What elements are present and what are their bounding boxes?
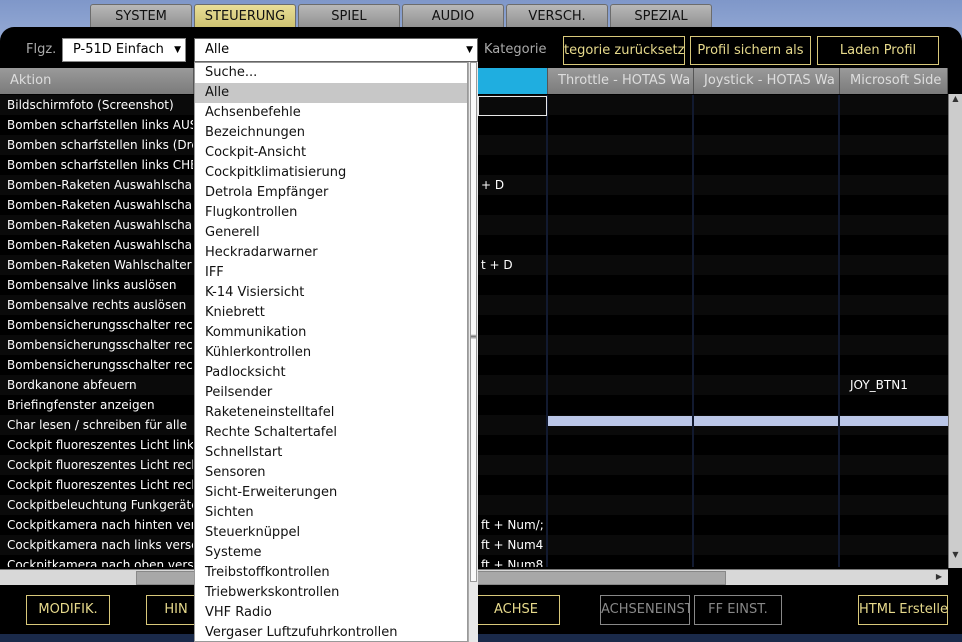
dropdown-option[interactable]: Cockpit-Ansicht	[195, 143, 467, 163]
dropdown-option[interactable]: IFF	[195, 263, 467, 283]
category-label: Kategorie	[484, 42, 547, 57]
category-select[interactable]: Alle ▼	[194, 38, 478, 62]
keyboard-binding-cell[interactable]: ft + Num4	[481, 535, 547, 555]
keyboard-binding-cell[interactable]: ft + Num8	[481, 555, 547, 567]
action-cell: Cockpit fluoreszentes Licht links e	[7, 438, 193, 452]
action-cell: Cockpitkamera nach hinten versch	[7, 518, 193, 532]
action-cell: Bomben-Raketen Auswahlschalte	[7, 198, 193, 212]
action-cell: Bomben-Raketen Auswahlschalte	[7, 218, 193, 232]
dropdown-option[interactable]: Raketeneinstelltafel	[195, 403, 467, 423]
dropdown-option[interactable]: Alle	[195, 83, 467, 103]
action-cell: Cockpitbeleuchtung Funkgeräte e	[7, 498, 193, 512]
action-cell: Bombensicherungsschalter rechts	[7, 318, 193, 332]
dropdown-option[interactable]: Peilsender	[195, 383, 467, 403]
grip-icon: ≡	[470, 332, 477, 341]
chevron-down-icon: ▼	[174, 45, 181, 55]
save-profile-button[interactable]: Profil sichern als	[690, 36, 811, 65]
column-divider	[838, 95, 840, 567]
dropdown-option[interactable]: Generell	[195, 223, 467, 243]
dropdown-option[interactable]: Sensoren	[195, 463, 467, 483]
action-cell: Char lesen / schreiben für alle	[7, 418, 187, 432]
action-cell: Bombensalve links auslösen	[7, 278, 177, 292]
dropdown-option[interactable]: Treibstoffkontrollen	[195, 563, 467, 583]
dropdown-option[interactable]: Detrola Empfänger	[195, 183, 467, 203]
action-cell: Bordkanone abfeuern	[7, 378, 137, 392]
html-create-button[interactable]: HTML Ersteller	[858, 595, 948, 625]
dropdown-option[interactable]: Flugkontrollen	[195, 203, 467, 223]
axis-settings-button[interactable]: ACHSENEINST	[600, 595, 690, 625]
dropdown-option[interactable]: Bezeichnungen	[195, 123, 467, 143]
column-header-action[interactable]: Aktion	[0, 68, 194, 94]
category-dropdown-list[interactable]: Suche... Alle Achsenbefehle Bezeichnungen Co…	[194, 62, 468, 642]
keyboard-binding-cell[interactable]: ft + Num/; R	[481, 515, 547, 535]
aircraft-label: Flgz.	[26, 42, 57, 57]
keyboard-binding-cell[interactable]: t + D	[481, 255, 547, 275]
category-value: Alle	[205, 42, 230, 57]
selected-cell[interactable]	[478, 96, 547, 116]
column-header-joystick[interactable]: Joystick - HOTAS Wa	[694, 68, 840, 94]
ff-settings-button[interactable]: FF EINST.	[694, 595, 782, 625]
scroll-right-icon[interactable]: ▶	[932, 570, 946, 584]
action-cell: Cockpit fluoreszentes Licht rechts	[7, 478, 193, 492]
action-cell: Cockpit fluoreszentes Licht rechts	[7, 458, 193, 472]
keyboard-binding-cell[interactable]: + D	[481, 175, 547, 195]
dropdown-option[interactable]: Padlocksicht	[195, 363, 467, 383]
column-header-microsoft[interactable]: Microsoft Side	[840, 68, 948, 94]
dropdown-option[interactable]: Suche...	[195, 63, 467, 83]
action-cell: Bombensalve rechts auslösen	[7, 298, 187, 312]
action-cell: Briefingfenster anzeigen	[7, 398, 155, 412]
dropdown-option[interactable]: Rechte Schaltertafel	[195, 423, 467, 443]
dropdown-option[interactable]: Kühlerkontrollen	[195, 343, 467, 363]
dropdown-option[interactable]: Steuerknüppel	[195, 523, 467, 543]
load-profile-button[interactable]: Laden Profil	[817, 36, 939, 65]
table-vertical-scrollbar[interactable]: ▲ ▼	[948, 94, 962, 568]
action-cell: Bildschirmfoto (Screenshot)	[7, 98, 174, 112]
action-cell: Cockpitkamera nach oben verschi	[7, 558, 193, 567]
action-cell: Bomben scharfstellen links AUS	[7, 118, 193, 132]
chevron-down-icon: ▼	[466, 45, 473, 55]
scroll-up-icon[interactable]: ▲	[950, 94, 961, 108]
action-cell: Bomben scharfstellen links CHEMI	[7, 158, 193, 172]
dropdown-scrollbar[interactable]: ≡	[468, 62, 478, 642]
dropdown-option[interactable]: Achsenbefehle	[195, 103, 467, 123]
aircraft-value: P-51D Einfach	[73, 42, 164, 57]
action-cell: Bomben scharfstellen links (Drehs	[7, 138, 193, 152]
dropdown-option[interactable]: Vergaser Luftzufuhrkontrollen	[195, 623, 467, 641]
dropdown-option[interactable]: K-14 Visiersicht	[195, 283, 467, 303]
action-cell: Cockpitkamera nach links verschie	[7, 538, 193, 552]
dropdown-option[interactable]: Schnellstart	[195, 443, 467, 463]
action-cell: Bombensicherungsschalter rechts	[7, 338, 193, 352]
modifiers-button[interactable]: MODIFIK.	[26, 595, 110, 625]
dropdown-option[interactable]: Heckradarwarner	[195, 243, 467, 263]
column-divider	[692, 95, 694, 567]
dropdown-option[interactable]: VHF Radio	[195, 603, 467, 623]
reset-category-button[interactable]: tegorie zurücksetz	[563, 36, 685, 65]
dropdown-option[interactable]: Triebwerkskontrollen	[195, 583, 467, 603]
action-cell: Bomben-Raketen Auswahlschalte	[7, 178, 193, 192]
dropdown-option[interactable]: Kommunikation	[195, 323, 467, 343]
dropdown-option[interactable]: Cockpitklimatisierung	[195, 163, 467, 183]
action-cell: Bomben-Raketen Wahlschalter SA	[7, 258, 193, 272]
scroll-down-icon[interactable]: ▼	[950, 550, 961, 564]
microsoft-binding-cell[interactable]: JOY_BTN1	[850, 375, 908, 395]
axis-button[interactable]: ACHSE	[472, 595, 560, 625]
column-header-keyboard[interactable]	[478, 68, 548, 94]
aircraft-select[interactable]: P-51D Einfach ▼	[62, 38, 186, 62]
dropdown-scroll-thumb[interactable]	[470, 62, 477, 582]
action-cell: Bomben-Raketen Auswahlschalte	[7, 238, 193, 252]
column-divider	[546, 95, 548, 567]
dropdown-option[interactable]: Systeme	[195, 543, 467, 563]
column-header-throttle[interactable]: Throttle - HOTAS Wa	[548, 68, 694, 94]
action-cell: Bombensicherungsschalter rechts	[7, 358, 193, 372]
dropdown-option[interactable]: Sichten	[195, 503, 467, 523]
dropdown-option[interactable]: Kniebrett	[195, 303, 467, 323]
dropdown-option[interactable]: Sicht-Erweiterungen	[195, 483, 467, 503]
